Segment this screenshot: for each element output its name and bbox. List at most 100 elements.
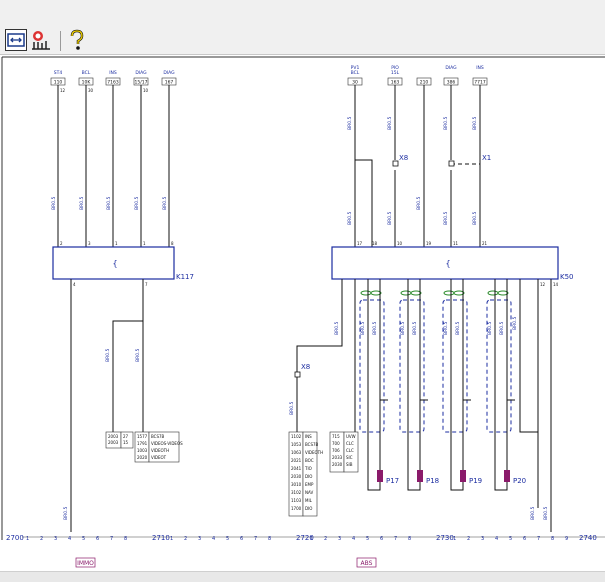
- right-table-cell: NAV: [305, 490, 313, 495]
- fit-width-button[interactable]: [5, 29, 27, 51]
- right-module-pin: 10: [397, 241, 403, 246]
- right-table-cell: SIC: [346, 455, 353, 460]
- sensor-label: P19: [469, 477, 482, 485]
- right-table-cell: DIO: [305, 506, 312, 511]
- left-circuit: ST411012BR0.52BCL10K30BR0.53INS7163BR0.5…: [50, 70, 194, 532]
- sensor-wire-label: BR0.5: [499, 321, 505, 335]
- right-wire-label: BR0.5: [443, 116, 449, 130]
- left-table-cell: VIDEOT: [151, 455, 167, 460]
- left-lower-wire-label: BR0.5: [105, 348, 111, 362]
- left-wire-label: BR0.5: [79, 196, 85, 210]
- right-top-label: DIAG: [445, 65, 457, 71]
- bus-mark: 2710: [152, 534, 170, 542]
- bus-tick: 2: [467, 536, 470, 542]
- left-table-cell: 27: [123, 434, 129, 439]
- bus-tick: 7: [394, 536, 397, 542]
- component-locator-button[interactable]: [30, 29, 52, 51]
- sensor-body: [460, 470, 466, 482]
- left-top-box-text: 15/17: [135, 80, 148, 86]
- right-lower-wire-label: BR0.5: [334, 321, 340, 335]
- shield-twist-icon: [443, 290, 455, 296]
- right-wire-label-lower: BR0.5: [443, 211, 449, 225]
- right-table-cell: CLC: [346, 448, 354, 453]
- left-top-label: BCL: [82, 70, 91, 76]
- right-top-label: INS: [476, 65, 484, 71]
- connector-x1: X1: [482, 154, 491, 162]
- right-table-cell: VIDEOTH: [305, 450, 323, 455]
- wiring-diagram: ST411012BR0.52BCL10K30BR0.53INS7163BR0.5…: [1, 56, 605, 568]
- left-module-pin: 3: [88, 241, 91, 246]
- right-table-cell: 2030: [291, 474, 302, 479]
- bus-tick: 8: [268, 536, 271, 542]
- right-table-cell: TIO: [304, 466, 312, 471]
- status-strip: [0, 571, 605, 582]
- sensor-label: P17: [386, 477, 399, 485]
- bus-tick: 8: [408, 536, 411, 542]
- bus-tick: 2: [40, 536, 43, 542]
- left-top-box-text: 7163: [107, 80, 119, 86]
- right-table-cell: 1063: [291, 450, 302, 455]
- sensor-wire-label: BR0.5: [443, 321, 449, 335]
- bus-tick: 3: [198, 536, 201, 542]
- right-module-pin: 17: [357, 241, 363, 246]
- bus-tick: 5: [509, 536, 512, 542]
- left-table-cell: 1791: [137, 441, 148, 446]
- bus-start-label: 2700: [6, 534, 24, 542]
- right-circuit: PV1BCL30PIO15L163 210DIAG386INS7717BR0.5 B…: [288, 65, 574, 532]
- bus-tick: 3: [481, 536, 484, 542]
- sensor-wire-label: BR0.5: [372, 321, 378, 335]
- left-module-pin: 8: [171, 241, 174, 246]
- left-module-pin: 2: [60, 241, 63, 246]
- right-lower-wire-label: BR0.5: [512, 316, 518, 330]
- bus-tick: 8: [124, 536, 127, 542]
- left-wire-label: BR0.5: [162, 196, 168, 210]
- toolbar: [0, 0, 605, 55]
- bus-tick: 6: [523, 536, 526, 542]
- shield-twist-icon: [487, 290, 499, 296]
- right-table-cell: CLC: [346, 441, 354, 446]
- bus-tick: 4: [495, 536, 498, 542]
- right-table-cell: 1103: [291, 498, 302, 503]
- bus-tick: 5: [366, 536, 369, 542]
- right-lower-wire-label: BR0.5: [289, 401, 295, 415]
- bus-tick: 8: [551, 536, 554, 542]
- sensor-body: [417, 470, 423, 482]
- component-locator-icon: [32, 31, 50, 50]
- bus-tick: 4: [68, 536, 71, 542]
- right-top-box-text: 30: [352, 80, 358, 86]
- sensor-body: [504, 470, 510, 482]
- bus-tick: 1: [310, 536, 313, 542]
- bus-tick: 1: [26, 536, 29, 542]
- toolbar-separator: [60, 31, 61, 51]
- sensor-wire-label: BR0.5: [360, 321, 366, 335]
- right-wire-label: BR0.5: [387, 116, 393, 130]
- left-table-cell: 2003: [108, 434, 119, 439]
- left-top-label: ST4: [54, 70, 63, 76]
- bus-tick: 7: [254, 536, 257, 542]
- help-button[interactable]: [66, 29, 88, 51]
- wiring-diagram-canvas: ST4 110 12 BR0.5 2 BCL 10K 30 BR0.5 3 INS 7163 BR0.5…: [0, 55, 605, 581]
- connector-x8-lower: X8: [301, 363, 310, 371]
- right-top-box-text: 210: [420, 80, 429, 86]
- right-table-cell: MIL: [305, 498, 313, 503]
- right-table-cell: EMP: [305, 482, 314, 487]
- right-table-cell: 715: [332, 434, 340, 439]
- right-module-pin: 19: [426, 241, 432, 246]
- help-icon: [70, 29, 84, 50]
- sensor-wire-label: BR0.5: [487, 321, 493, 335]
- bus-tick: 2: [324, 536, 327, 542]
- right-side-pin: 12: [540, 282, 546, 287]
- bus-tick: 2: [184, 536, 187, 542]
- left-table-cell: 1577: [137, 434, 148, 439]
- left-lower-wire-label: BR0.5: [135, 348, 141, 362]
- right-table-cell: 1102: [291, 434, 302, 439]
- right-top-box-text: 386: [447, 80, 456, 86]
- section-tag-abs: ABS: [361, 560, 373, 567]
- left-table-cell: 2020: [137, 455, 148, 460]
- left-module-pin: 1: [115, 241, 118, 246]
- left-wire-label: BR0.5: [106, 196, 112, 210]
- right-wire-label-lower: BR0.5: [387, 211, 393, 225]
- bus-tick: 5: [82, 536, 85, 542]
- left-table-cell: VIDEOS-VIDEOS: [151, 441, 183, 446]
- fit-width-icon: [7, 33, 25, 47]
